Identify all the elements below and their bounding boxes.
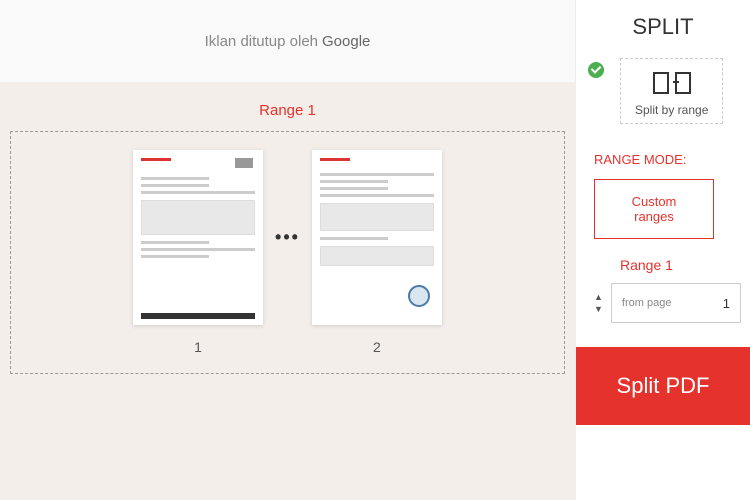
ad-brand: Google: [322, 33, 370, 50]
range-title: Range 1: [10, 102, 565, 119]
split-pdf-button[interactable]: Split PDF: [576, 347, 750, 425]
range-container: 1 •••: [10, 131, 565, 374]
range-config-title: Range 1: [620, 257, 750, 273]
page-number: 1: [194, 339, 202, 355]
from-page-field[interactable]: from page 1: [611, 283, 741, 323]
chevron-down-icon[interactable]: ▼: [594, 304, 603, 314]
preview-panel: Iklan ditutup oleh Google Range 1: [0, 0, 575, 500]
page-wrapper[interactable]: 1: [133, 150, 263, 355]
page-number: 2: [373, 339, 381, 355]
page-wrapper[interactable]: 2: [312, 150, 442, 355]
mode-label: Split by range: [635, 103, 708, 117]
mode-button-row: Custom ranges: [576, 179, 750, 239]
split-mode-row: Split by range: [576, 50, 750, 124]
from-page-label: from page: [612, 297, 682, 309]
chevron-up-icon[interactable]: ▲: [594, 292, 603, 302]
split-range-icon: [651, 69, 693, 97]
page-stepper[interactable]: ▲ ▼: [594, 292, 603, 314]
split-by-range-option[interactable]: Split by range: [620, 58, 723, 124]
preview-area: Range 1: [0, 82, 575, 500]
page-thumbnail-1: [133, 150, 263, 325]
check-icon: [588, 62, 604, 78]
ad-banner: Iklan ditutup oleh Google: [0, 0, 575, 82]
ellipsis-icon: •••: [275, 227, 300, 248]
panel-title: SPLIT: [576, 0, 750, 50]
range-mode-label: RANGE MODE:: [594, 152, 750, 167]
options-panel: SPLIT Split by range RANGE MODE: Custom …: [575, 0, 750, 500]
ad-text: Iklan ditutup oleh: [205, 33, 318, 50]
range-config: Range 1 ▲ ▼ from page 1: [576, 257, 750, 323]
custom-ranges-button[interactable]: Custom ranges: [594, 179, 714, 239]
page-thumbnail-2: [312, 150, 442, 325]
from-page-value: 1: [723, 296, 740, 311]
from-page-row: ▲ ▼ from page 1: [594, 283, 750, 323]
